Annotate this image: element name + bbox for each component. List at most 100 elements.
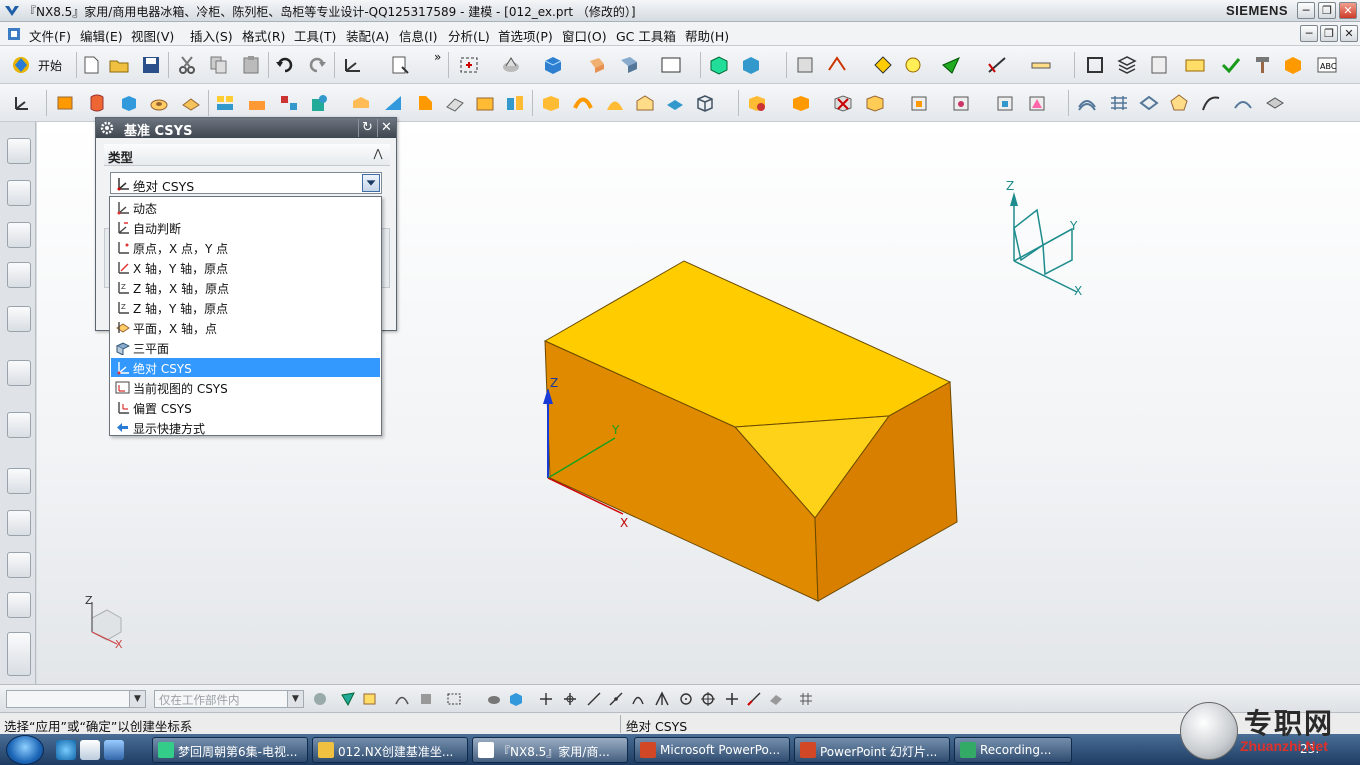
dropdown-item-absolute-csys[interactable]: 绝对 CSYS [111, 358, 380, 377]
tube-icon[interactable] [572, 93, 594, 113]
start-icon[interactable] [10, 55, 32, 75]
boss-icon[interactable] [180, 93, 202, 113]
dialog-header[interactable]: 基准 CSYS ↻ ✕ [96, 118, 396, 139]
wireframe-cube-icon[interactable] [694, 93, 716, 113]
taskbar-item-slideshow[interactable]: PowerPoint 幻灯片... [794, 737, 950, 763]
component-icon[interactable] [740, 55, 762, 75]
thicken-icon[interactable] [664, 93, 686, 113]
mesh-surface-icon[interactable] [1108, 93, 1130, 113]
menu-window[interactable]: 窗口(O) [562, 26, 607, 45]
extrude-icon[interactable] [54, 93, 76, 113]
fit-view-icon[interactable] [458, 55, 480, 75]
process-studio-icon[interactable] [7, 552, 31, 578]
dropdown-item-dynamic[interactable]: 动态 [111, 198, 380, 217]
reuse-library-icon[interactable] [7, 262, 31, 288]
collapse-icon[interactable]: ⋀ [370, 146, 386, 162]
move-object-icon[interactable] [826, 55, 848, 75]
assembly-nav-icon[interactable] [708, 55, 730, 75]
select-feature-icon[interactable] [362, 691, 378, 707]
ruler-icon[interactable] [1030, 55, 1052, 75]
taskbar-item-nx[interactable]: 『NX8.5』家用/商... [472, 737, 628, 763]
start-button[interactable]: 开始 [38, 57, 62, 74]
hd3d-tools-icon[interactable] [7, 306, 31, 332]
abc-text-icon[interactable]: ABC [1316, 55, 1338, 75]
menu-insert[interactable]: 插入(S) [190, 26, 233, 45]
rendering-style-icon[interactable] [500, 55, 522, 75]
reset-icon[interactable]: ↻ [358, 119, 376, 137]
law-extension-icon[interactable] [1232, 93, 1254, 113]
gear-icon[interactable] [99, 120, 115, 136]
save-icon[interactable] [140, 55, 162, 75]
minimize-button[interactable]: ─ [1297, 2, 1315, 19]
roles-icon[interactable] [7, 592, 31, 618]
dialog-close-icon[interactable]: ✕ [377, 119, 395, 137]
taskbar-item-recording[interactable]: Recording... [954, 737, 1072, 763]
undo-icon[interactable] [274, 55, 296, 75]
resize-blend-icon[interactable] [950, 93, 972, 113]
grid-icon[interactable] [798, 691, 814, 707]
n-sided-surface-icon[interactable] [1168, 93, 1190, 113]
menu-format[interactable]: 格式(R) [242, 26, 285, 45]
menu-view[interactable]: 视图(V) [131, 26, 174, 45]
envelope-icon[interactable] [1184, 55, 1206, 75]
face-icon[interactable] [634, 93, 656, 113]
orient-view-icon[interactable] [586, 55, 608, 75]
type-filter-dropdown[interactable]: ▼ [6, 690, 146, 708]
dropdown-item-xaxis-yaxis-origin[interactable]: X 轴，Y 轴，原点 [111, 258, 380, 277]
groove-icon[interactable] [604, 93, 626, 113]
background-icon[interactable] [660, 55, 682, 75]
snap-existing-point-icon[interactable] [724, 691, 740, 707]
menu-preferences[interactable]: 首选项(P) [498, 26, 553, 45]
stack-layers-icon[interactable] [1116, 55, 1138, 75]
open-folder-icon[interactable] [108, 55, 130, 75]
snap-intersection-icon[interactable] [630, 691, 646, 707]
view-section-icon[interactable] [618, 55, 640, 75]
dropdown-item-plane-xaxis-point[interactable]: 平面，X 轴，点 [111, 318, 380, 337]
resource-bar-scroll[interactable] [7, 632, 31, 676]
constraint-navigator-icon[interactable] [7, 180, 31, 206]
web-browser-icon[interactable] [7, 360, 31, 386]
menu-tools[interactable]: 工具(T) [294, 26, 336, 45]
shaded-cube-icon[interactable] [542, 55, 564, 75]
copy-icon[interactable] [208, 55, 230, 75]
chevron-down-icon[interactable]: ▼ [129, 691, 145, 707]
snap-midpoint-icon[interactable] [562, 691, 578, 707]
select-body-icon[interactable] [418, 691, 434, 707]
menu-help[interactable]: 帮助(H) [685, 26, 729, 45]
info-tool-icon[interactable] [390, 55, 412, 75]
offset-face-icon[interactable] [474, 93, 496, 113]
swept-surface-icon[interactable] [1200, 93, 1222, 113]
menu-gc-toolbox[interactable]: GC 工具箱 [616, 26, 676, 45]
new-file-icon[interactable] [80, 55, 102, 75]
doc-minimize-button[interactable]: ─ [1300, 25, 1318, 42]
show-desktop-icon[interactable] [80, 740, 100, 760]
box-tool-icon[interactable] [1282, 55, 1304, 75]
internet-explorer-icon[interactable] [56, 740, 76, 760]
snap-on-face-icon[interactable] [768, 691, 784, 707]
dropdown-item-three-planes[interactable]: 三平面 [111, 338, 380, 357]
menu-assembly[interactable]: 装配(A) [346, 26, 389, 45]
clock-history-icon[interactable] [7, 468, 31, 494]
snap-quadrant-icon[interactable] [700, 691, 716, 707]
replace-face-icon[interactable] [864, 93, 886, 113]
select-solid-icon[interactable] [486, 691, 502, 707]
edge-blend-icon[interactable] [382, 93, 404, 113]
chevron-down-icon[interactable] [362, 174, 380, 192]
sew-icon[interactable] [1264, 93, 1286, 113]
menu-analysis[interactable]: 分析(L) [448, 26, 490, 45]
history-icon[interactable] [7, 412, 31, 438]
filter-reset-icon[interactable] [312, 691, 328, 707]
rectangle-select-icon[interactable] [446, 691, 462, 707]
dropdown-item-offset-csys[interactable]: 偏置 CSYS [111, 398, 380, 417]
type-section-header[interactable]: 类型 ⋀ [104, 144, 390, 166]
assembly-navigator-icon[interactable] [7, 138, 31, 164]
toolbar-overflow[interactable]: » [434, 50, 441, 64]
part-navigator-icon[interactable] [7, 222, 31, 248]
pattern-icon[interactable] [214, 93, 236, 113]
select-curve-icon[interactable] [394, 691, 410, 707]
menu-edit[interactable]: 编辑(E) [80, 26, 123, 45]
snap-line-icon[interactable] [586, 691, 602, 707]
dimension-icon[interactable] [986, 55, 1008, 75]
hole-icon[interactable] [148, 93, 170, 113]
snap-on-curve-icon[interactable] [746, 691, 762, 707]
